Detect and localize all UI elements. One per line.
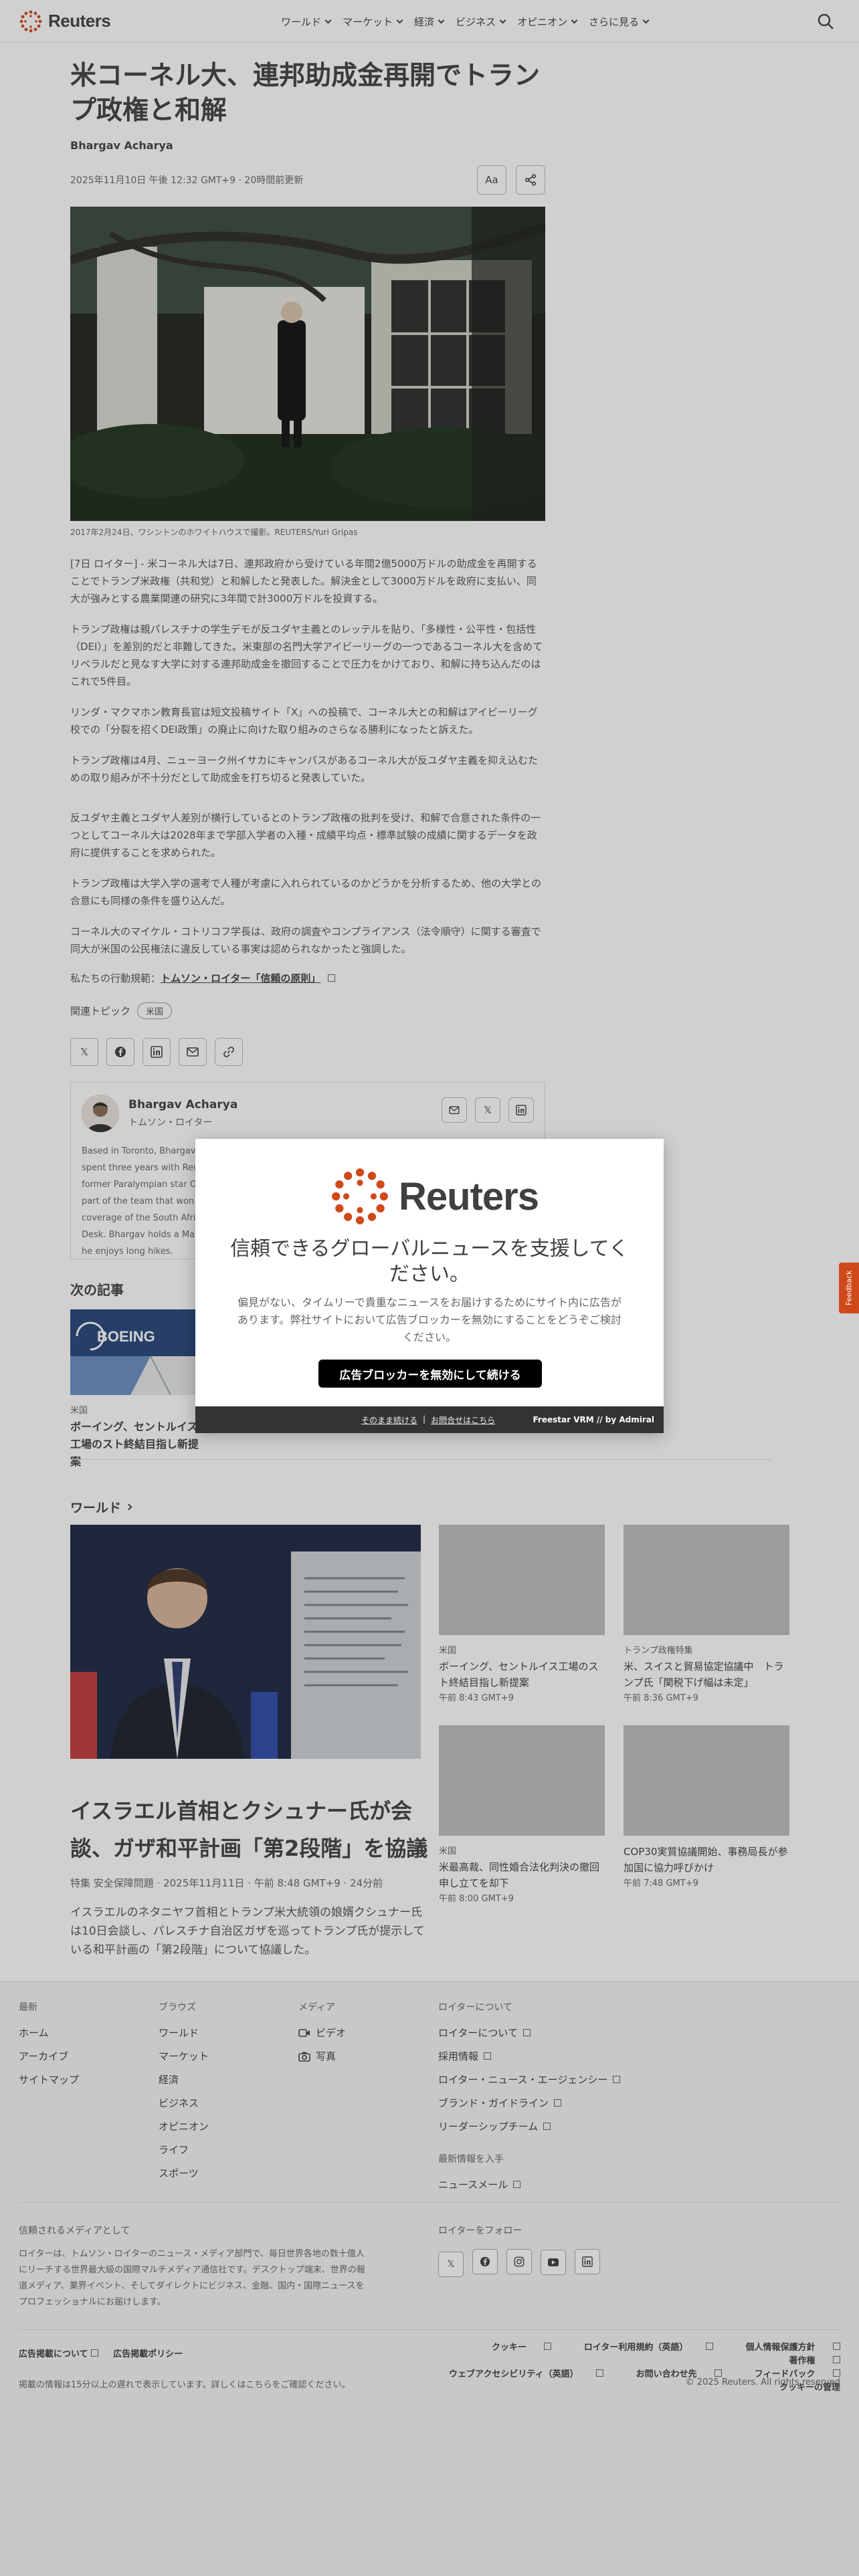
adblock-modal: Reuters 信頼できるグローバルニュースを支援してください。 偏見がない、タ…	[195, 1139, 664, 1433]
modal-body: 偏見がない、タイムリーで貴重なニュースをお届けするためにサイト内に広告があります…	[237, 1296, 622, 1344]
modal-reuters-logo: Reuters	[329, 1166, 539, 1227]
modal-footer-bar: そのまま続ける | お問合せはこちら Freestar VRM // by Ad…	[195, 1406, 664, 1433]
reuters-logo-icon	[332, 1168, 388, 1224]
feedback-tab[interactable]: Feedback	[839, 1263, 859, 1313]
disable-adblock-button[interactable]: 広告ブロッカーを無効にして続ける	[318, 1360, 542, 1388]
link-separator: |	[423, 1414, 426, 1424]
modal-title: 信頼できるグローバルニュースを支援してください。	[230, 1237, 629, 1286]
modal-logo-text: Reuters	[399, 1174, 539, 1218]
contact-link[interactable]: お問合せはこちら	[431, 1414, 495, 1426]
continue-link[interactable]: そのまま続ける	[361, 1414, 417, 1426]
freestar-brand[interactable]: Freestar VRM // by Admiral	[533, 1415, 655, 1424]
modal-footer-links: そのまま続ける | お問合せはこちら	[361, 1414, 495, 1426]
